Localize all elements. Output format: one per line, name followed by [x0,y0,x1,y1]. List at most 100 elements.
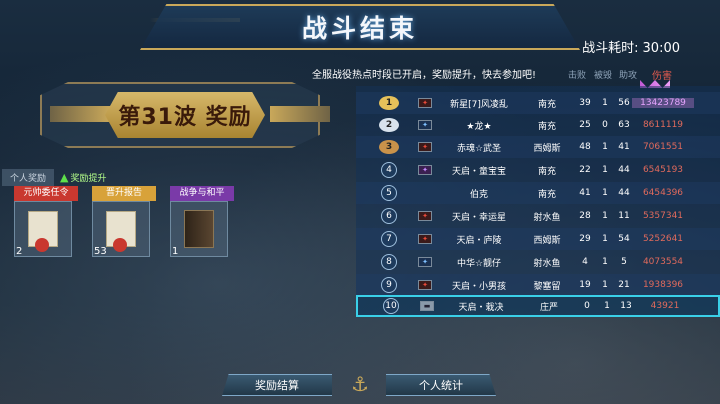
damage-value: 43921 [650,301,680,311]
damage-value: 6545193 [642,165,684,175]
table-row[interactable]: 7 ✦ 天启・庐陵 西姆斯 29 1 54 5252641 [356,228,720,250]
reward-item[interactable]: 元帅委任令 2 [14,186,78,257]
ship-name: 射水鱼 [533,212,561,223]
player-name: 赤魂☆武圣 [456,143,502,154]
sunk-count: 1 [602,280,608,290]
col-destroy: 击败 [568,71,587,81]
flag-icon: ✦ [418,280,432,290]
reward-name: 晋升报告 [92,186,156,201]
ship-name: 南充 [537,166,556,177]
wave-panel: 第31波 奖励 [10,74,350,156]
bottom-bar: 奖励结算 ⚓ 个人统计 [0,372,720,404]
reward-name: 元帅委任令 [14,186,78,201]
ship-name: 西姆斯 [533,235,561,246]
flag-icon: ✦ [418,98,432,108]
sunk-count: 1 [602,234,608,244]
navy-emblem-icon: ⚓ [351,372,369,396]
reward-count: 1 [172,246,179,257]
rank-circle: 9 [376,276,402,294]
reward-item[interactable]: 晋升报告 53 [92,186,156,257]
rank-circle: 5 [376,184,402,202]
ship-name: 西姆斯 [533,143,561,154]
rank-circle: 7 [376,230,402,248]
reward-item[interactable]: 战争与和平 1 [170,186,234,257]
sunk-count: 1 [602,98,608,108]
sunk-count: 1 [602,257,608,267]
wave-left-wing [50,106,110,122]
battle-time: 战斗耗时: 30:00 [578,37,680,56]
table-row-self[interactable]: 10 ▬ 天启・栽决 庄严 0 1 13 43921 [356,295,720,317]
assist-count: 63 [618,120,630,130]
col-damage: 伤害 [652,71,672,82]
table-row[interactable]: 3 ✦ 赤魂☆武圣 西姆斯 48 1 41 7061551 [356,136,720,158]
reward-list: 元帅委任令 2 晋升报告 53 战争与和平 1 [14,186,234,257]
wave-badge: 第31波 奖励 [105,92,265,138]
damage-value: 5357341 [642,211,684,221]
player-name: 新星[7]风凌乱 [450,99,508,110]
up-arrow-icon: ▲ [60,171,69,184]
damage-value: 6454396 [642,188,684,198]
damage-value: 7061551 [642,142,684,152]
rank-medal: 2 [376,116,402,134]
reward-tabs: 个人奖励 ▲ 奖励提升 [2,169,107,186]
sunk-count: 1 [602,188,608,198]
assist-count: 5 [621,257,627,267]
destroy-count: 41 [579,188,591,198]
flag-icon: ✦ [418,165,432,175]
assist-count: 13 [620,301,632,311]
destroy-count: 0 [584,301,590,311]
table-row[interactable]: 5 伯克 南充 41 1 44 6454396 [356,182,720,204]
reward-count: 2 [16,246,23,257]
player-name: 天启・庐陵 [456,235,502,246]
table-row[interactable]: 9 ✦ 天启・小男孩 黎塞留 19 1 21 1938396 [356,274,720,296]
table-row[interactable]: 6 ✦ 天启・幸运星 射水鱼 28 1 11 5357341 [356,205,720,227]
ship-name: 庄严 [539,302,558,313]
reward-slot: 53 [92,201,150,257]
rank-circle: 8 [376,253,402,271]
tab-reward-upgrade-label: 奖励提升 [70,174,107,184]
personal-stats-button[interactable]: 个人统计 [386,374,496,396]
rank-circle: 6 [376,207,402,225]
table-row[interactable]: 4 ✦ 天启・童宝宝 南充 22 1 44 6545193 [356,159,720,181]
flag-icon: ▬ [420,301,434,311]
reward-slot: 2 [14,201,72,257]
war-and-peace-book-icon [184,210,214,248]
tab-personal-reward[interactable]: 个人奖励 [2,169,55,186]
destroy-count: 4 [582,257,588,267]
destroy-count: 19 [579,280,591,290]
player-name: 中华☆靓仔 [456,258,502,269]
destroy-count: 39 [579,98,591,108]
player-name: 天启・幸运星 [451,212,506,223]
flag-icon: ✦ [418,234,432,244]
flag-icon: ✦ [418,257,432,267]
damage-value: 8611119 [642,120,684,130]
rank-circle: 10 [378,297,404,315]
page-title: 战斗结束 [301,14,418,43]
sunk-count: 0 [602,120,608,130]
destroy-count: 29 [579,234,591,244]
ship-name: 南充 [537,99,556,110]
tab-reward-upgrade[interactable]: ▲ 奖励提升 [60,171,106,184]
flag-icon: ✦ [418,211,432,221]
col-assist: 助攻 [619,71,638,81]
wave-label: 第31波 奖励 [118,105,252,130]
ship-name: 黎塞留 [533,281,561,292]
assist-count: 44 [618,188,630,198]
table-row[interactable]: 1 ✦ 新星[7]风凌乱 南充 39 1 56 13423789 [356,92,720,114]
assist-count: 56 [618,98,630,108]
assist-count: 11 [618,211,630,221]
rank-circle: 4 [376,161,402,179]
ship-name: 南充 [537,121,556,132]
player-name: 伯克 [469,189,488,200]
table-row[interactable]: 2 ✦ ★龙★ 南充 25 0 63 8611119 [356,114,720,136]
promotion-report-icon [106,211,136,252]
reward-settle-button[interactable]: 奖励结算 [222,374,332,396]
player-name: 天启・小男孩 [451,281,506,292]
sunk-count: 1 [602,142,608,152]
table-row[interactable]: 8 ✦ 中华☆靓仔 射水鱼 4 1 5 4073554 [356,251,720,273]
player-name: 天启・栽决 [458,302,504,313]
assist-count: 54 [618,234,630,244]
destroy-count: 28 [579,211,591,221]
ship-name: 射水鱼 [533,258,561,269]
damage-value: 1938396 [642,280,684,290]
